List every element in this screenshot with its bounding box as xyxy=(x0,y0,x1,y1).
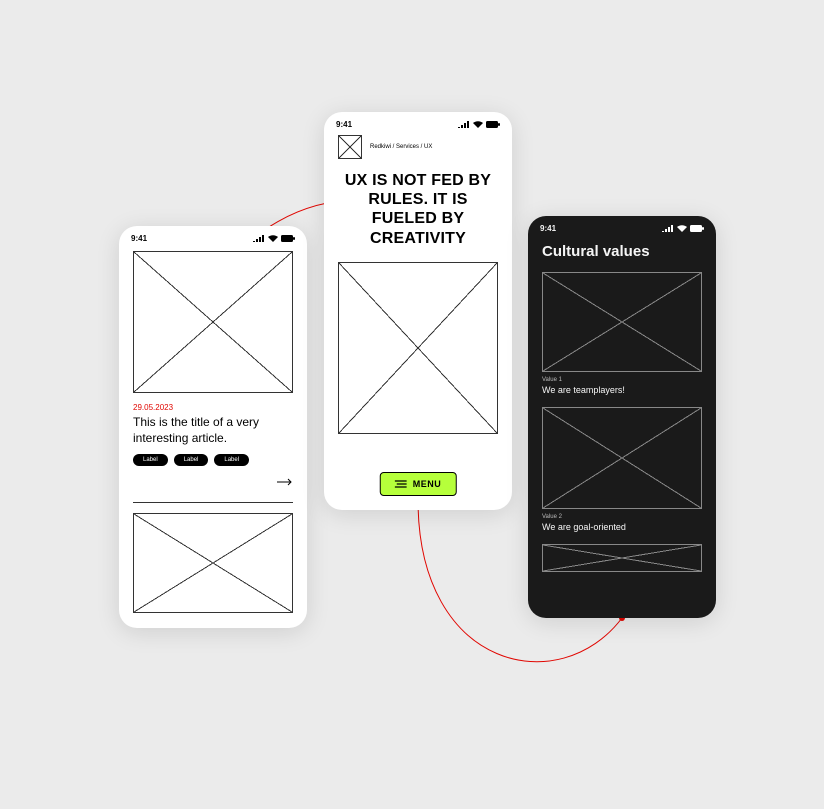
breadcrumb[interactable]: Redkiwi / Services / UX xyxy=(370,144,432,150)
battery-icon xyxy=(690,225,704,232)
image-placeholder xyxy=(542,407,702,509)
hero-title: UX IS NOT FED BY RULES. IT IS FUELED BY … xyxy=(338,171,498,248)
status-icons xyxy=(458,121,500,128)
status-bar: 9:41 xyxy=(119,226,307,247)
article-date: 29.05.2023 xyxy=(133,403,293,412)
logo-placeholder xyxy=(338,135,362,159)
signal-icon xyxy=(458,121,470,128)
value-caption: Value 1 xyxy=(542,377,702,383)
image-placeholder xyxy=(338,262,498,434)
status-icons xyxy=(253,235,295,242)
tag-chips: Label Label Label xyxy=(133,454,293,466)
battery-icon xyxy=(281,235,295,242)
battery-icon xyxy=(486,121,500,128)
status-time: 9:41 xyxy=(336,120,352,129)
phone-hero: 9:41 Redkiwi / Services / UX UX IS NOT F… xyxy=(324,112,512,510)
value-text: We are goal-oriented xyxy=(542,522,702,532)
image-placeholder xyxy=(133,513,293,613)
menu-icon xyxy=(395,480,407,488)
value-caption: Value 2 xyxy=(542,514,702,520)
image-placeholder xyxy=(133,251,293,393)
tag-chip[interactable]: Label xyxy=(214,454,249,466)
wifi-icon xyxy=(677,225,687,232)
status-icons xyxy=(662,225,704,232)
signal-icon xyxy=(253,235,265,242)
image-placeholder xyxy=(542,544,702,572)
status-time: 9:41 xyxy=(131,234,147,243)
menu-label: MENU xyxy=(413,479,442,489)
tag-chip[interactable]: Label xyxy=(133,454,168,466)
value-text: We are teamplayers! xyxy=(542,385,702,395)
arrow-right-icon[interactable] xyxy=(277,478,293,486)
wifi-icon xyxy=(268,235,278,242)
tag-chip[interactable]: Label xyxy=(174,454,209,466)
status-time: 9:41 xyxy=(540,224,556,233)
status-bar: 9:41 xyxy=(324,112,512,133)
phone-article: 9:41 29.05.2023 This is the title of a v… xyxy=(119,226,307,628)
wifi-icon xyxy=(473,121,483,128)
phone-values: 9:41 Cultural values Value 1 We are team… xyxy=(528,216,716,618)
menu-button[interactable]: MENU xyxy=(380,472,457,496)
divider xyxy=(133,502,293,503)
status-bar: 9:41 xyxy=(528,216,716,237)
signal-icon xyxy=(662,225,674,232)
section-title: Cultural values xyxy=(542,243,702,260)
wireframe-canvas: 9:41 29.05.2023 This is the title of a v… xyxy=(0,0,824,809)
image-placeholder xyxy=(542,272,702,372)
article-title: This is the title of a very interesting … xyxy=(133,414,293,446)
